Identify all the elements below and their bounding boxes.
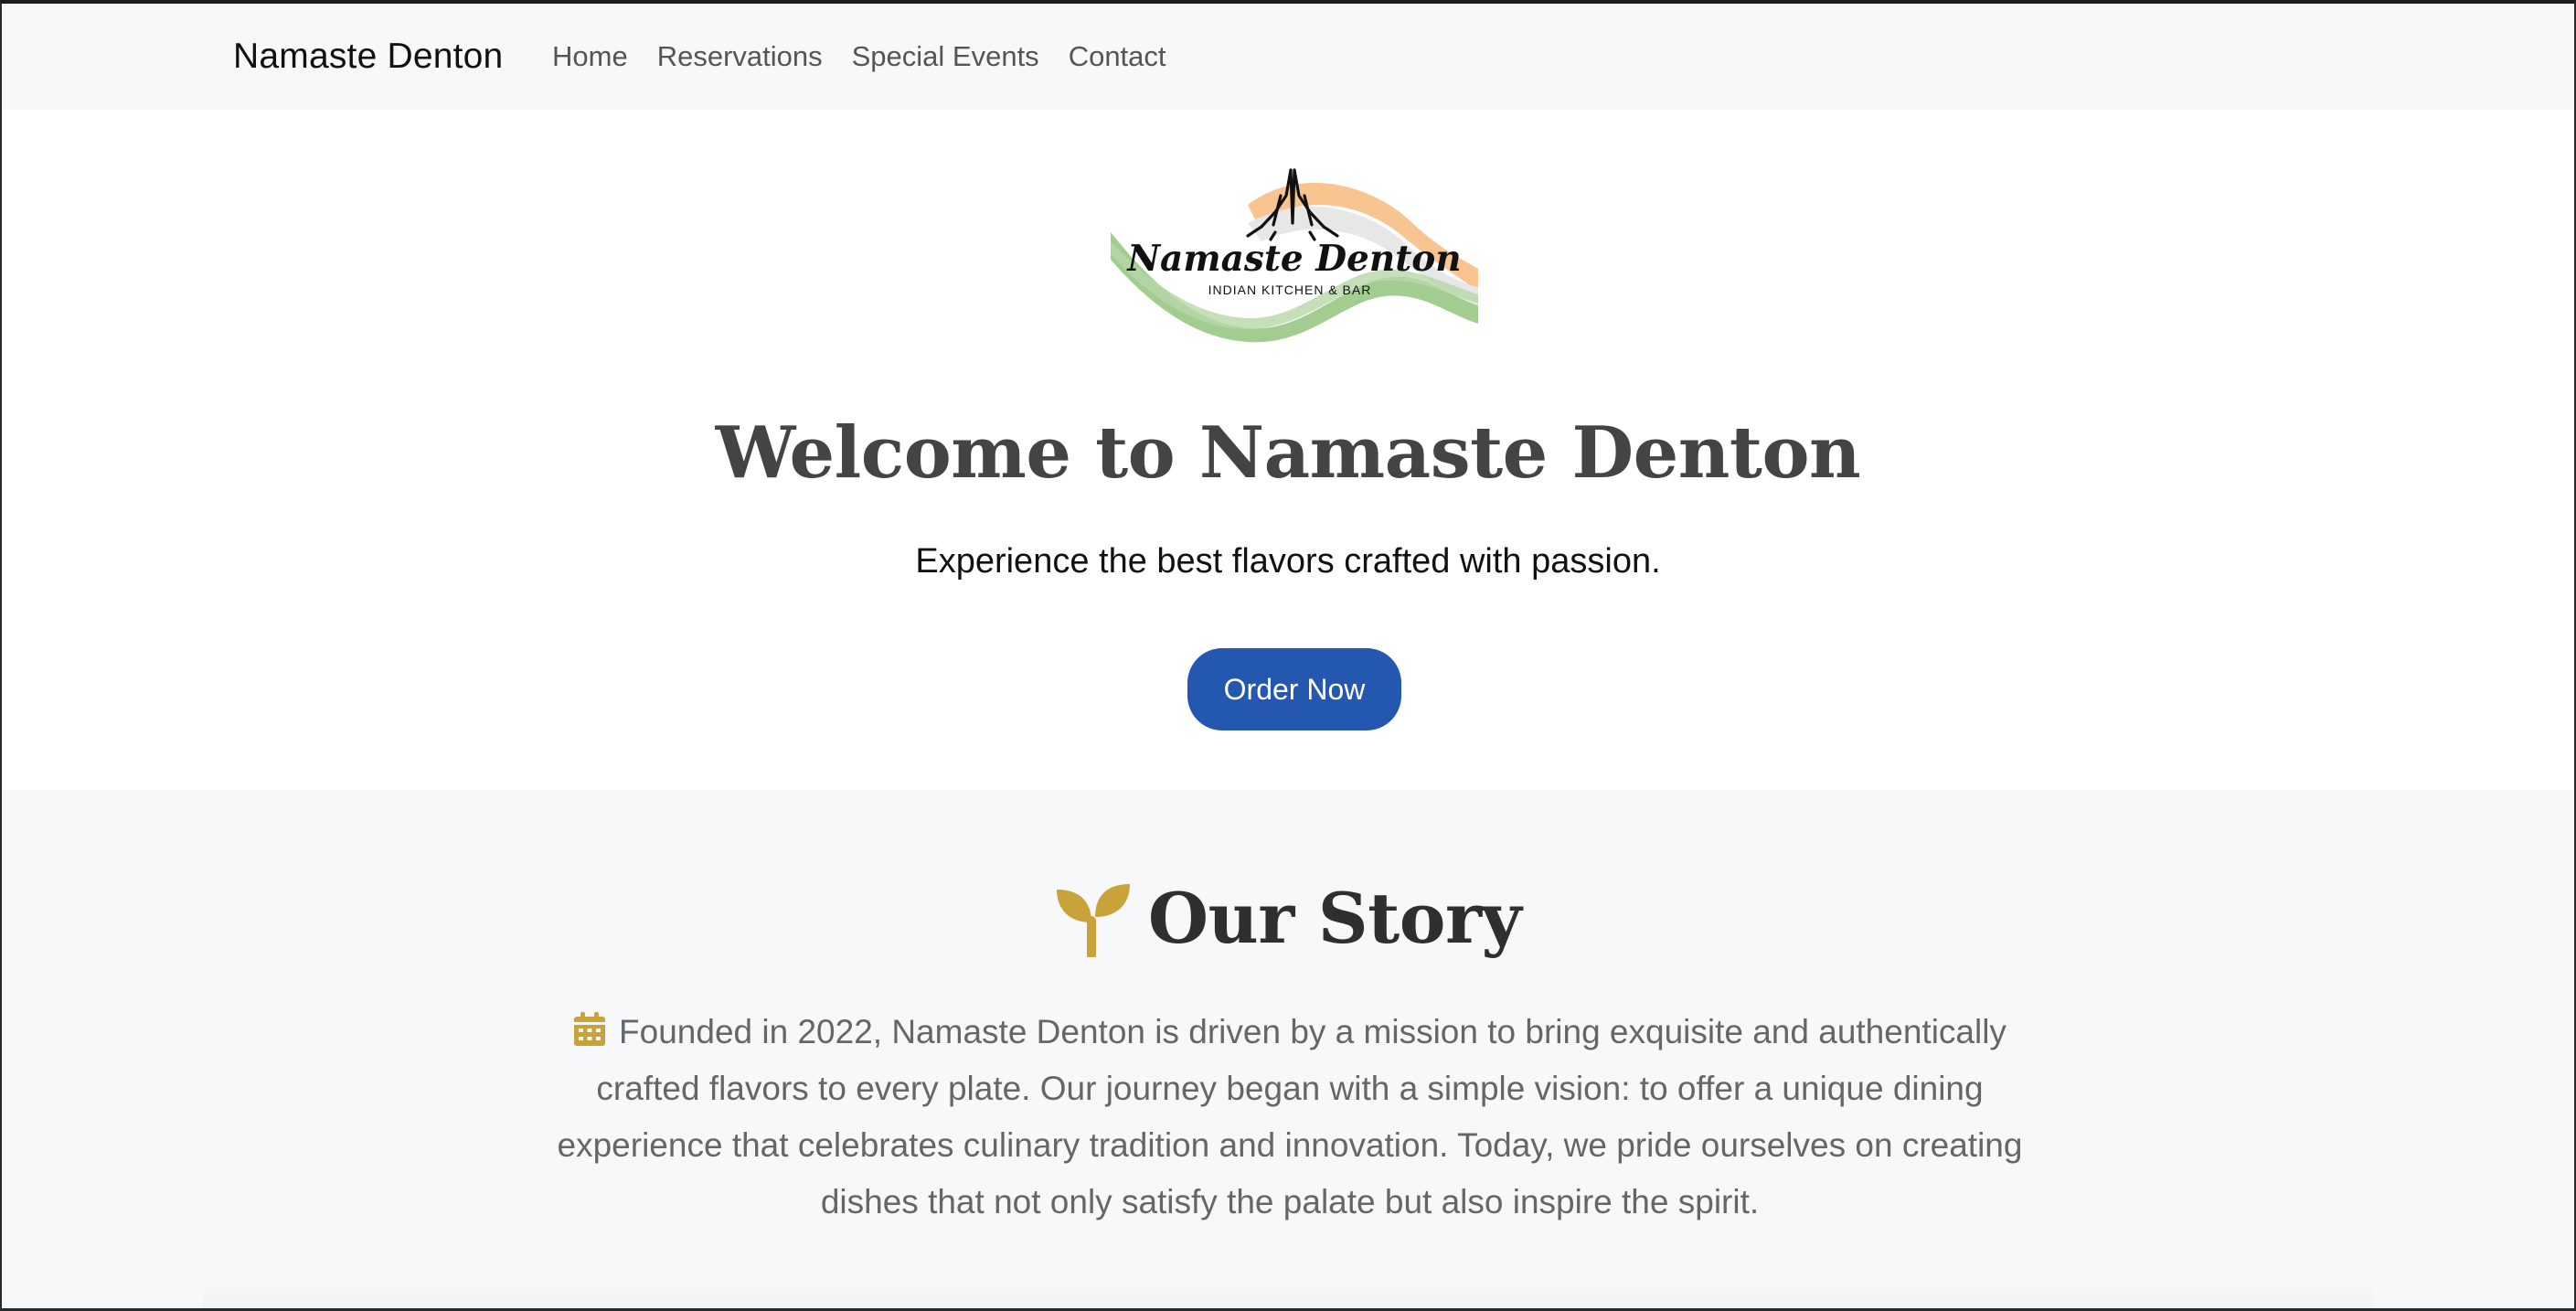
our-story-section: Our Story Founded in 2022, Namaste Dento… (2, 790, 2574, 1308)
order-now-button[interactable]: Order Now (1187, 648, 1401, 730)
browser-viewport: Namaste Denton Home Reservations Special… (0, 0, 2576, 1311)
nav-link-contact[interactable]: Contact (1069, 40, 1166, 73)
nav-link-special-events[interactable]: Special Events (852, 40, 1039, 73)
hero-title: Welcome to Namaste Denton (715, 411, 1861, 495)
section-divider (203, 1278, 2373, 1308)
svg-text:INDIAN KITCHEN & BAR: INDIAN KITCHEN & BAR (1208, 282, 1372, 297)
navbar-brand[interactable]: Namaste Denton (233, 37, 503, 77)
story-text: Founded in 2022, Namaste Denton is drive… (557, 1013, 2023, 1220)
hero-subtitle: Experience the best flavors crafted with… (915, 542, 1661, 581)
nav-link-reservations[interactable]: Reservations (657, 40, 823, 73)
story-title: Our Story (1147, 878, 1522, 959)
story-paragraph: Founded in 2022, Namaste Denton is drive… (550, 1004, 2029, 1231)
story-heading: Our Story (2, 878, 2574, 959)
calendar-icon (574, 1012, 606, 1046)
nav-links: Home Reservations Special Events Contact (552, 40, 1196, 73)
sprout-icon (1056, 883, 1130, 957)
nav-link-home[interactable]: Home (552, 40, 628, 73)
restaurant-logo: Namaste Denton INDIAN KITCHEN & BAR (1111, 168, 1478, 343)
svg-text:Namaste Denton: Namaste Denton (1125, 238, 1461, 280)
hero-section: Namaste Denton INDIAN KITCHEN & BAR Welc… (2, 110, 2574, 790)
navbar: Namaste Denton Home Reservations Special… (2, 4, 2574, 110)
